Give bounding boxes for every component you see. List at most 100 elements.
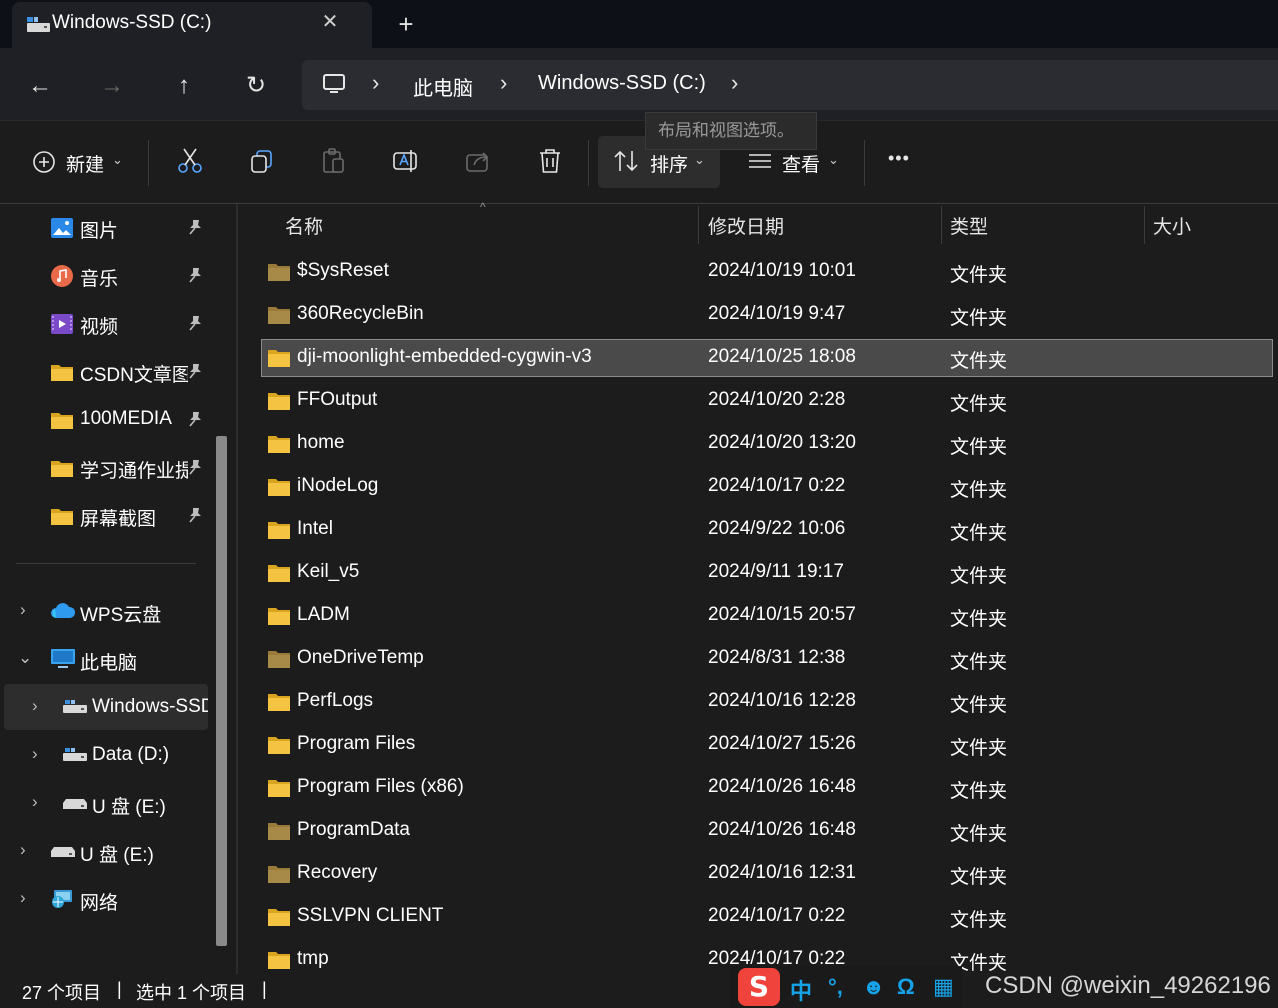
column-header-modified[interactable]: 修改日期 bbox=[708, 212, 784, 239]
share-icon[interactable] bbox=[464, 146, 492, 176]
folder-icon bbox=[268, 951, 290, 969]
folder-icon bbox=[268, 736, 290, 754]
breadcrumb-chevron[interactable]: › bbox=[500, 70, 507, 96]
sidebar-item-label: 网络 bbox=[80, 893, 119, 914]
file-type: 文件夹 bbox=[950, 910, 1008, 931]
toolbar-divider bbox=[864, 140, 865, 186]
sidebar-scrollbar[interactable] bbox=[216, 436, 227, 946]
file-type: 文件夹 bbox=[950, 652, 1008, 673]
column-divider[interactable] bbox=[941, 206, 942, 244]
breadcrumb-chevron[interactable]: › bbox=[731, 70, 738, 96]
breadcrumb-current-drive[interactable]: Windows-SSD (C:) bbox=[538, 72, 706, 95]
pin-icon[interactable] bbox=[186, 266, 204, 288]
pin-icon[interactable] bbox=[186, 362, 204, 384]
pin-icon[interactable] bbox=[186, 506, 204, 528]
file-modified-date: 2024/10/19 10:01 bbox=[708, 260, 856, 281]
more-options-button[interactable]: ••• bbox=[888, 148, 910, 169]
cut-icon[interactable] bbox=[176, 146, 204, 176]
ime-language-toggle[interactable]: 中 bbox=[790, 974, 812, 1006]
sort-label[interactable]: 排序 bbox=[650, 150, 688, 177]
sidebar-item-label: CSDN文章图 bbox=[80, 365, 188, 386]
file-modified-date: 2024/8/31 12:38 bbox=[708, 647, 846, 668]
view-tooltip: 布局和视图选项。 bbox=[645, 112, 817, 150]
emoji-icon[interactable]: ☻ bbox=[862, 974, 885, 1000]
pin-icon[interactable] bbox=[186, 410, 204, 432]
new-button[interactable]: 新建 bbox=[66, 150, 104, 177]
file-type: 文件夹 bbox=[950, 738, 1008, 759]
file-modified-date: 2024/9/11 19:17 bbox=[708, 561, 844, 582]
pin-icon[interactable] bbox=[186, 218, 204, 240]
file-name: PerfLogs bbox=[297, 690, 374, 711]
folder-icon bbox=[268, 564, 290, 582]
file-name: tmp bbox=[297, 948, 329, 969]
computer-icon[interactable] bbox=[322, 72, 346, 96]
folder-icon bbox=[268, 521, 290, 539]
new-icon[interactable] bbox=[32, 150, 56, 174]
sidebar-item-label: 音乐 bbox=[80, 269, 119, 290]
column-divider[interactable] bbox=[1144, 206, 1145, 244]
column-header-type[interactable]: 类型 bbox=[950, 212, 988, 239]
folder-icon bbox=[268, 349, 290, 367]
file-name: iNodeLog bbox=[297, 475, 379, 496]
column-header-size[interactable]: 大小 bbox=[1153, 212, 1191, 239]
file-modified-date: 2024/10/17 0:22 bbox=[708, 905, 846, 926]
chevron-right-icon[interactable]: › bbox=[20, 888, 26, 908]
sidebar-item-label: Windows-SSD bbox=[92, 696, 208, 717]
view-icon[interactable] bbox=[746, 146, 774, 176]
folder-icon bbox=[268, 478, 290, 496]
file-name: OneDriveTemp bbox=[297, 647, 424, 668]
back-button[interactable]: ← bbox=[22, 68, 58, 104]
toolbox-icon[interactable]: ▦ bbox=[933, 974, 954, 1000]
pin-icon[interactable] bbox=[186, 314, 204, 336]
file-name: Recovery bbox=[297, 862, 378, 883]
file-name: SSLVPN CLIENT bbox=[297, 905, 444, 926]
chevron-right-icon[interactable]: › bbox=[32, 744, 38, 764]
tab-title: Windows-SSD (C:) bbox=[52, 12, 212, 33]
file-name: Program Files (x86) bbox=[297, 776, 464, 797]
folder-icon bbox=[268, 263, 290, 281]
sort-icon[interactable] bbox=[612, 146, 640, 176]
new-tab-button[interactable]: + bbox=[392, 8, 420, 40]
column-header-name[interactable]: 名称 bbox=[285, 212, 323, 239]
forward-button[interactable]: → bbox=[94, 68, 130, 104]
rename-icon[interactable] bbox=[392, 146, 420, 176]
sidebar-item-label: WPS云盘 bbox=[80, 605, 162, 626]
ime-punctuation-toggle[interactable]: °, bbox=[828, 974, 843, 1000]
delete-icon[interactable] bbox=[536, 146, 564, 176]
music-icon bbox=[50, 264, 74, 288]
symbol-icon[interactable]: Ω bbox=[897, 974, 915, 1000]
close-tab-button[interactable]: ✕ bbox=[316, 8, 344, 36]
paste-icon[interactable] bbox=[320, 146, 348, 176]
column-divider[interactable] bbox=[698, 206, 699, 244]
sidebar-item-label: 此电脑 bbox=[80, 653, 138, 674]
file-name: Intel bbox=[297, 518, 333, 539]
file-modified-date: 2024/10/16 12:31 bbox=[708, 862, 856, 883]
copy-icon[interactable] bbox=[248, 146, 276, 176]
selection-count: 选中 1 个项目 bbox=[136, 983, 247, 1003]
drive-icon bbox=[62, 744, 88, 766]
breadcrumb-this-pc[interactable]: 此电脑 bbox=[413, 72, 473, 101]
chevron-right-icon[interactable]: › bbox=[32, 696, 38, 716]
chevron-right-icon[interactable]: › bbox=[20, 600, 26, 620]
chevron-right-icon[interactable]: › bbox=[32, 792, 38, 812]
chevron-right-icon[interactable]: › bbox=[20, 840, 26, 860]
sidebar-item-label: Data (D:) bbox=[92, 744, 170, 765]
sogou-logo-icon[interactable]: S bbox=[738, 968, 780, 1006]
file-type: 文件夹 bbox=[950, 308, 1008, 329]
folder-icon bbox=[268, 908, 290, 926]
toolbar-divider bbox=[148, 140, 149, 186]
chevron-down-icon[interactable]: ⌄ bbox=[18, 648, 32, 668]
chevron-down-icon: ⌄ bbox=[828, 152, 839, 167]
sidebar-item-label: 100MEDIA bbox=[80, 408, 172, 429]
sidebar-item-label: U 盘 (E:) bbox=[92, 797, 166, 818]
up-button[interactable]: ↑ bbox=[166, 68, 202, 104]
view-button[interactable]: 查看 bbox=[782, 150, 820, 177]
breadcrumb-chevron[interactable]: › bbox=[372, 70, 379, 96]
pin-icon[interactable] bbox=[186, 458, 204, 480]
chevron-down-icon: ⌄ bbox=[694, 152, 705, 167]
refresh-button[interactable]: ↻ bbox=[238, 68, 274, 104]
folder-icon bbox=[268, 306, 290, 324]
chevron-down-icon: ⌄ bbox=[112, 152, 123, 167]
sidebar-divider bbox=[16, 563, 196, 564]
file-name: Program Files bbox=[297, 733, 416, 754]
